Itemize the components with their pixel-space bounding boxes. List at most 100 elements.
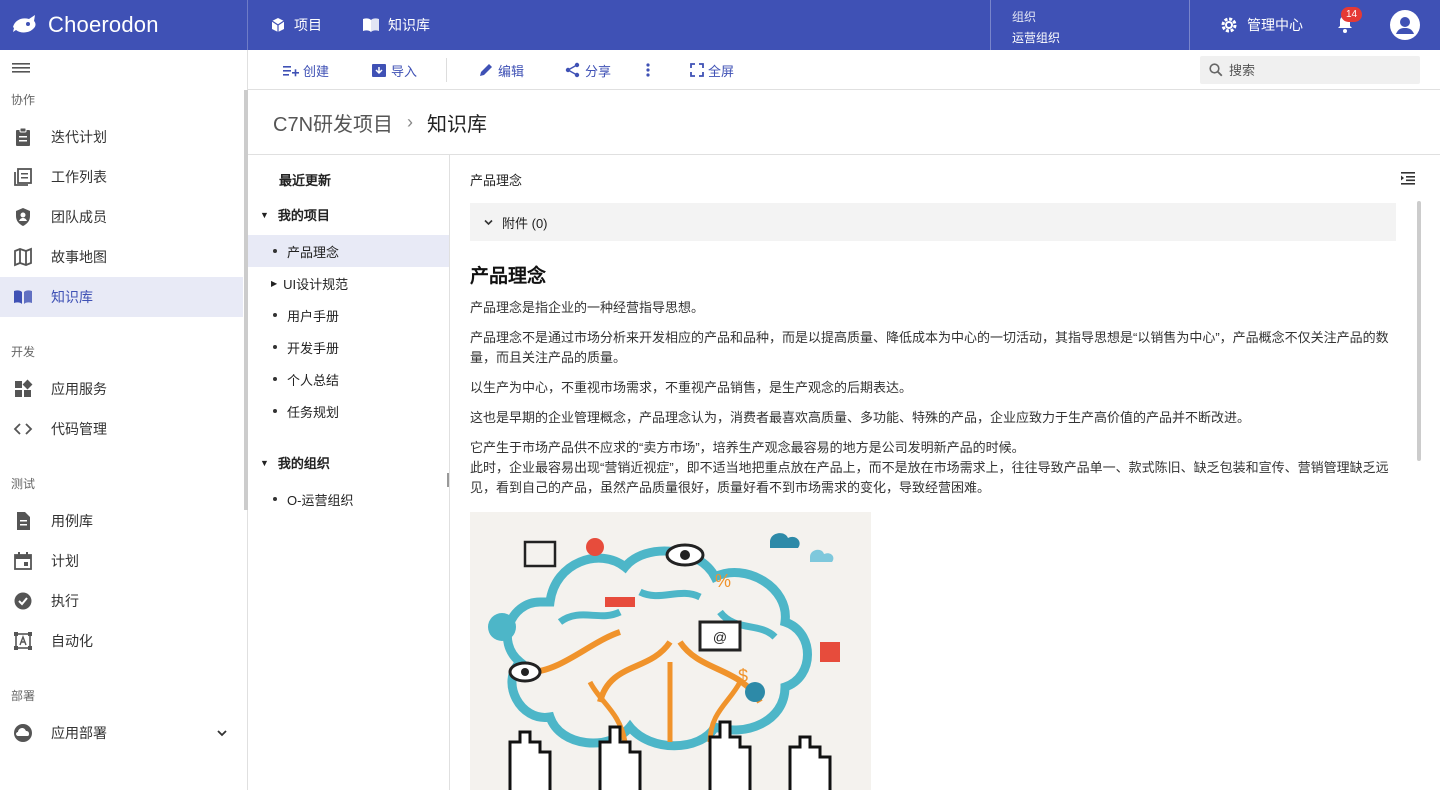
sidebar-item-label: 用例库 xyxy=(51,513,93,529)
brand-name: Choerodon xyxy=(48,12,159,37)
menu-icon[interactable] xyxy=(12,60,32,76)
sidebar-item-team[interactable]: 团队成员 xyxy=(0,197,243,237)
caret-down-icon: ▼ xyxy=(260,209,269,220)
tree-item-org[interactable]: O-运营组织 xyxy=(248,483,449,515)
tree-recent[interactable]: 最近更新 xyxy=(279,170,331,189)
code-icon xyxy=(13,423,33,435)
fullscreen-label: 全屏 xyxy=(708,63,735,79)
chevron-down-icon[interactable] xyxy=(216,727,228,739)
sidebar-item-label: 计划 xyxy=(51,553,79,569)
breadcrumb-project[interactable]: C7N研发项目 xyxy=(273,108,393,137)
sidebar-item-app-service[interactable]: 应用服务 xyxy=(0,369,243,409)
tree-item-personal-summary[interactable]: 个人总结 xyxy=(248,363,449,395)
tree-item-label: O-运营组织 xyxy=(287,492,354,508)
create-button[interactable]: 创建 xyxy=(283,50,329,90)
tree-item-task-plan[interactable]: 任务规划 xyxy=(248,395,449,427)
bullet-icon xyxy=(273,313,277,317)
org-selector[interactable]: 组织 运营组织 xyxy=(990,0,1190,50)
notification-badge: 14 xyxy=(1341,7,1363,22)
section-title-test: 测试 xyxy=(11,477,36,491)
sidebar-item-storymap[interactable]: 故事地图 xyxy=(0,237,243,277)
share-label: 分享 xyxy=(585,63,612,79)
page-title: 知识库 xyxy=(427,113,488,136)
sidebar-item-iteration[interactable]: 迭代计划 xyxy=(0,117,243,157)
sidebar-item-caselib[interactable]: 用例库 xyxy=(0,501,243,541)
top-nav-knowledge-label: 知识库 xyxy=(388,17,430,33)
chevron-down-icon xyxy=(484,219,493,225)
fullscreen-icon xyxy=(690,63,704,77)
gear-icon xyxy=(1221,17,1237,33)
share-button[interactable]: 分享 xyxy=(565,50,611,90)
org-value: 运营组织 xyxy=(1012,31,1061,45)
caret-right-icon[interactable]: ▶ xyxy=(271,279,277,288)
sidebar-item-label: 故事地图 xyxy=(51,249,107,265)
sidebar-item-automation[interactable]: 自动化 xyxy=(0,621,243,661)
import-button[interactable]: 导入 xyxy=(371,50,417,90)
top-nav: 项目 知识库 xyxy=(270,0,470,50)
tree-item-product-concept[interactable]: 产品理念 xyxy=(248,235,449,267)
svg-text:%: % xyxy=(715,571,731,591)
search-box[interactable] xyxy=(1200,56,1420,84)
doc-paragraph: 以生产为中心，不重视市场需求，不重视产品销售，是生产观念的后期表达。 xyxy=(470,380,913,395)
breadcrumb: C7N研发项目 › 知识库 xyxy=(248,90,1440,155)
document-icon xyxy=(17,512,30,530)
toolbar: 创建 导入 编辑 分享 全屏 xyxy=(248,50,1440,90)
caret-down-icon: ▼ xyxy=(260,457,269,468)
edit-label: 编辑 xyxy=(498,63,525,79)
svg-text:$: $ xyxy=(738,666,748,686)
bullet-icon xyxy=(273,249,277,253)
more-vertical-icon xyxy=(646,63,650,77)
section-title-collab: 协作 xyxy=(11,93,36,107)
search-input[interactable] xyxy=(1229,62,1409,78)
sidebar-item-knowledge[interactable]: 知识库 xyxy=(0,277,243,317)
sidebar-item-label: 应用部署 xyxy=(51,725,107,741)
doc-scrollbar[interactable] xyxy=(1417,201,1421,461)
tree-group-label: 我的组织 xyxy=(277,456,330,471)
edit-button[interactable]: 编辑 xyxy=(478,50,524,90)
chevron-right-icon: › xyxy=(407,111,414,132)
doc-paragraph: 此时，企业最容易出现“营销近视症”，即不适当地把重点放在产品上，而不是放在市场需… xyxy=(470,460,1389,495)
pencil-icon xyxy=(480,64,492,76)
doc-illustration: @ % $ xyxy=(470,512,871,790)
bullet-icon xyxy=(273,497,277,501)
avatar[interactable] xyxy=(1390,10,1420,40)
resize-handle[interactable] xyxy=(447,473,449,487)
cube-icon xyxy=(271,18,285,32)
sidebar: 协作 迭代计划 工作列表 团队成员 故事地图 知识库 开发 应用服务 代码管理 … xyxy=(0,50,248,790)
sidebar-item-label: 工作列表 xyxy=(51,169,107,185)
tree-group-my-projects[interactable]: ▼ 我的项目 xyxy=(260,205,330,224)
sidebar-item-plan[interactable]: 计划 xyxy=(0,541,243,581)
top-nav-knowledge[interactable]: 知识库 xyxy=(362,15,430,35)
fullscreen-button[interactable]: 全屏 xyxy=(690,50,734,90)
import-label: 导入 xyxy=(391,63,418,79)
section-title-dev: 开发 xyxy=(11,345,36,359)
add-list-icon xyxy=(283,66,299,77)
book-open-icon xyxy=(363,18,379,32)
sidebar-item-code[interactable]: 代码管理 xyxy=(0,409,243,449)
tree-item-ui-spec[interactable]: ▶ UI设计规范 xyxy=(248,267,449,299)
automation-icon xyxy=(14,632,32,650)
share-icon xyxy=(565,62,580,78)
top-nav-projects[interactable]: 项目 xyxy=(270,15,322,35)
more-button[interactable] xyxy=(645,50,655,90)
sidebar-item-execute[interactable]: 执行 xyxy=(0,581,243,621)
sidebar-item-worklist[interactable]: 工作列表 xyxy=(0,157,243,197)
tree-item-dev-manual[interactable]: 开发手册 xyxy=(248,331,449,363)
map-icon xyxy=(14,247,32,267)
outline-toggle-icon[interactable] xyxy=(1401,171,1415,185)
tree-group-my-orgs[interactable]: ▼ 我的组织 xyxy=(260,453,330,472)
sidebar-item-label: 执行 xyxy=(51,593,79,609)
book-open-icon xyxy=(14,290,32,304)
sidebar-item-label: 团队成员 xyxy=(51,209,107,225)
brand-logo[interactable]: Choerodon xyxy=(0,0,248,50)
create-label: 创建 xyxy=(303,63,330,79)
tree-item-user-manual[interactable]: 用户手册 xyxy=(248,299,449,331)
sidebar-item-app-deploy[interactable]: 应用部署 xyxy=(0,713,243,753)
org-label: 组织 xyxy=(1012,10,1037,24)
attachments-label: 附件 (0) xyxy=(502,215,548,231)
sidebar-item-label: 迭代计划 xyxy=(51,129,107,145)
doc-paragraph: 产品理念不是通过市场分析来开发相应的产品和品种，而是以提高质量、降低成本为中心的… xyxy=(470,330,1389,365)
attachments-panel[interactable]: 附件 (0) xyxy=(470,203,1396,241)
admin-center-button[interactable]: 管理中心 xyxy=(1220,0,1303,50)
tree-item-label: 开发手册 xyxy=(287,340,340,356)
